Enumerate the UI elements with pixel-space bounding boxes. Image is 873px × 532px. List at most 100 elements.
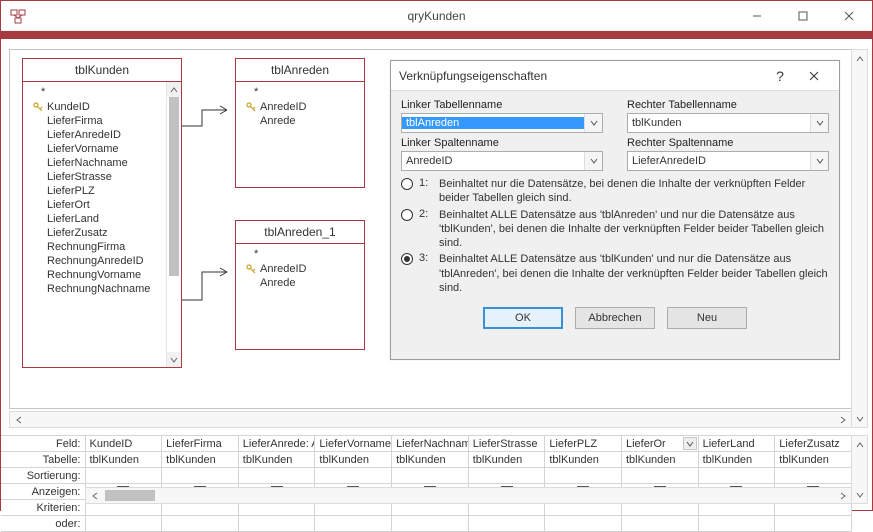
qbe-cell[interactable]: [545, 516, 622, 532]
qbe-cell[interactable]: [392, 468, 469, 484]
scroll-up-icon[interactable]: [167, 82, 181, 97]
join-line-1[interactable]: [182, 108, 235, 128]
scroll-down-icon[interactable]: [851, 410, 868, 427]
right-table-combo[interactable]: tblKunden: [627, 113, 829, 133]
table-field[interactable]: LieferAnredeID: [29, 128, 165, 142]
qbe-cell[interactable]: LieferVorname: [315, 436, 392, 452]
qbe-cell[interactable]: tblKunden: [85, 452, 162, 468]
table-field[interactable]: LieferOrt: [29, 198, 165, 212]
table-field[interactable]: LieferPLZ: [29, 184, 165, 198]
table-field[interactable]: LieferStrasse: [29, 170, 165, 184]
qbe-grid[interactable]: Feld:KundeIDLieferFirmaLieferAnrede: Anr…: [1, 435, 852, 504]
qbe-cell[interactable]: tblKunden: [468, 452, 545, 468]
qbe-cell[interactable]: LieferLand: [698, 436, 775, 452]
table-tblanreden[interactable]: tblAnreden * AnredeIDAnrede: [235, 58, 365, 188]
right-col-combo[interactable]: LieferAnredeID: [627, 151, 829, 171]
qbe-cell[interactable]: [698, 516, 775, 532]
scroll-left-icon[interactable]: [10, 411, 27, 428]
qbe-cell[interactable]: LieferPLZ: [545, 436, 622, 452]
qbe-cell[interactable]: LieferAnrede: Anrede: [238, 436, 315, 452]
table-field[interactable]: LieferLand: [29, 212, 165, 226]
qbe-cell[interactable]: [621, 516, 698, 532]
table-star[interactable]: *: [29, 86, 165, 100]
qbe-cell[interactable]: LieferZusatz: [775, 436, 852, 452]
canvas-vscroll[interactable]: [851, 49, 868, 428]
table-field[interactable]: AnredeID: [242, 262, 362, 276]
qbe-cell[interactable]: [775, 468, 852, 484]
new-button[interactable]: Neu: [667, 307, 747, 329]
qbe-cell[interactable]: [775, 516, 852, 532]
qbe-cell[interactable]: [468, 516, 545, 532]
qbe-cell[interactable]: tblKunden: [162, 452, 239, 468]
qbe-cell[interactable]: [162, 468, 239, 484]
qbe-cell[interactable]: LieferStrasse: [468, 436, 545, 452]
scroll-left-icon[interactable]: [86, 487, 103, 504]
qbe-cell[interactable]: KundeID: [85, 436, 162, 452]
qbe-cell[interactable]: tblKunden: [775, 452, 852, 468]
qbe-cell[interactable]: [698, 468, 775, 484]
table-field[interactable]: Anrede: [242, 114, 362, 128]
chevron-down-icon[interactable]: [584, 114, 602, 132]
dialog-help-button[interactable]: ?: [763, 61, 797, 90]
table-star[interactable]: *: [242, 86, 362, 100]
qbe-cell[interactable]: [238, 468, 315, 484]
qbe-vscroll[interactable]: [851, 435, 868, 504]
join-line-2[interactable]: [182, 270, 235, 310]
scrollbar-vertical[interactable]: [166, 82, 181, 367]
chevron-down-icon[interactable]: [584, 152, 602, 170]
chevron-down-icon[interactable]: [683, 437, 697, 450]
qbe-cell[interactable]: LieferNachname: [392, 436, 469, 452]
table-field[interactable]: LieferFirma: [29, 114, 165, 128]
qbe-cell[interactable]: [545, 468, 622, 484]
qbe-cell[interactable]: [392, 516, 469, 532]
table-field[interactable]: LieferZusatz: [29, 226, 165, 240]
left-col-combo[interactable]: AnredeID: [401, 151, 603, 171]
radio-button[interactable]: [401, 209, 413, 221]
ok-button[interactable]: OK: [483, 307, 563, 329]
table-field[interactable]: RechnungVorname: [29, 268, 165, 282]
qbe-hscroll[interactable]: [85, 487, 852, 504]
scroll-down-icon[interactable]: [851, 486, 868, 503]
scroll-thumb[interactable]: [105, 490, 155, 501]
join-option[interactable]: 2:Beinhaltet ALLE Datensätze aus 'tblAnr…: [401, 206, 829, 251]
qbe-cell[interactable]: tblKunden: [315, 452, 392, 468]
chevron-down-icon[interactable]: [810, 114, 828, 132]
join-option[interactable]: 3:Beinhaltet ALLE Datensätze aus 'tblKun…: [401, 250, 829, 295]
scroll-thumb[interactable]: [167, 97, 181, 352]
qbe-cell[interactable]: LieferOr: [621, 436, 698, 452]
qbe-cell[interactable]: LieferFirma: [162, 436, 239, 452]
qbe-cell[interactable]: [468, 468, 545, 484]
qbe-cell[interactable]: [85, 468, 162, 484]
join-option[interactable]: 1:Beinhaltet nur die Datensätze, bei den…: [401, 175, 829, 206]
scroll-right-icon[interactable]: [834, 487, 851, 504]
qbe-cell[interactable]: tblKunden: [698, 452, 775, 468]
table-tblanreden1[interactable]: tblAnreden_1 * AnredeIDAnrede: [235, 220, 365, 350]
table-field[interactable]: RechnungFirma: [29, 240, 165, 254]
canvas-hscroll[interactable]: [9, 411, 852, 428]
scroll-up-icon[interactable]: [851, 436, 868, 453]
qbe-cell[interactable]: tblKunden: [621, 452, 698, 468]
table-field[interactable]: Anrede: [242, 276, 362, 290]
table-tblkunden[interactable]: tblKunden * KundeIDLieferFirmaLieferAnre…: [22, 58, 182, 368]
qbe-cell[interactable]: [621, 468, 698, 484]
qbe-cell[interactable]: [315, 516, 392, 532]
radio-button[interactable]: [401, 178, 413, 190]
dialog-close-button[interactable]: [797, 61, 831, 90]
table-field[interactable]: RechnungAnredeID: [29, 254, 165, 268]
dialog-titlebar[interactable]: Verknüpfungseigenschaften ?: [391, 61, 839, 91]
qbe-cell[interactable]: [315, 468, 392, 484]
table-field[interactable]: LieferVorname: [29, 142, 165, 156]
qbe-cell[interactable]: tblKunden: [392, 452, 469, 468]
table-field[interactable]: AnredeID: [242, 100, 362, 114]
qbe-cell[interactable]: tblKunden: [545, 452, 622, 468]
design-canvas[interactable]: tblKunden * KundeIDLieferFirmaLieferAnre…: [9, 49, 852, 409]
qbe-cell[interactable]: [238, 516, 315, 532]
left-table-combo[interactable]: tblAnreden: [401, 113, 603, 133]
qbe-cell[interactable]: [162, 516, 239, 532]
table-star[interactable]: *: [242, 248, 362, 262]
cancel-button[interactable]: Abbrechen: [575, 307, 655, 329]
scroll-down-icon[interactable]: [167, 352, 181, 367]
table-field[interactable]: KundeID: [29, 100, 165, 114]
qbe-cell[interactable]: tblKunden: [238, 452, 315, 468]
radio-button[interactable]: [401, 253, 413, 265]
